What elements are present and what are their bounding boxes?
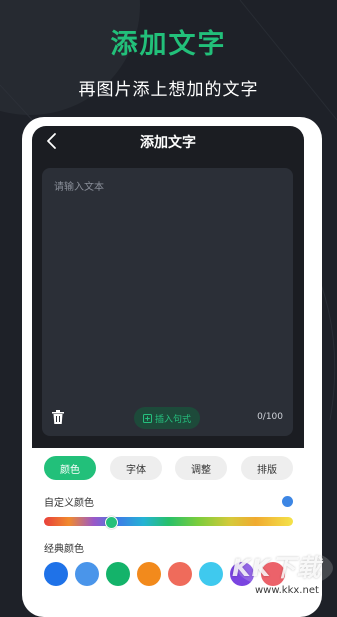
promo-subtitle: 再图片添上想加的文字: [78, 80, 259, 100]
page-title: 添加文字: [140, 135, 196, 151]
insert-phrase-button[interactable]: 插入句式: [134, 407, 200, 429]
color-swatch[interactable]: [137, 562, 161, 586]
color-swatch[interactable]: [199, 562, 223, 586]
char-counter: 0/100: [257, 412, 283, 422]
text-input[interactable]: [52, 176, 286, 380]
color-slider-knob[interactable]: [105, 516, 118, 529]
custom-color-label: 自定义颜色: [44, 498, 94, 509]
selected-color-dot: [282, 496, 293, 507]
insert-phrase-label: 插入句式: [154, 414, 191, 425]
watermark-text: KK下载: [232, 554, 322, 582]
tab-color[interactable]: 颜色: [44, 456, 96, 480]
classic-color-label: 经典颜色: [44, 544, 84, 555]
color-swatch[interactable]: [168, 562, 192, 586]
plus-box-icon: [142, 413, 152, 423]
app-screen: 添加文字 插入句式 0/100 颜色 字体 调整 排版 自定义颜色: [32, 126, 304, 600]
tab-layout[interactable]: 排版: [241, 456, 293, 480]
color-gradient-slider[interactable]: [44, 517, 293, 526]
text-editor: 插入句式 0/100: [42, 168, 293, 436]
color-swatch[interactable]: [106, 562, 130, 586]
top-bar: 添加文字: [32, 126, 304, 156]
tab-bar: 颜色 字体 调整 排版: [32, 456, 304, 480]
tab-font[interactable]: 字体: [110, 456, 162, 480]
watermark-url: www.kkx.net: [255, 585, 319, 596]
tab-adjust[interactable]: 调整: [175, 456, 227, 480]
color-swatch[interactable]: [75, 562, 99, 586]
promo-title: 添加文字: [110, 29, 227, 60]
color-swatch[interactable]: [44, 562, 68, 586]
trash-icon[interactable]: [52, 410, 64, 424]
